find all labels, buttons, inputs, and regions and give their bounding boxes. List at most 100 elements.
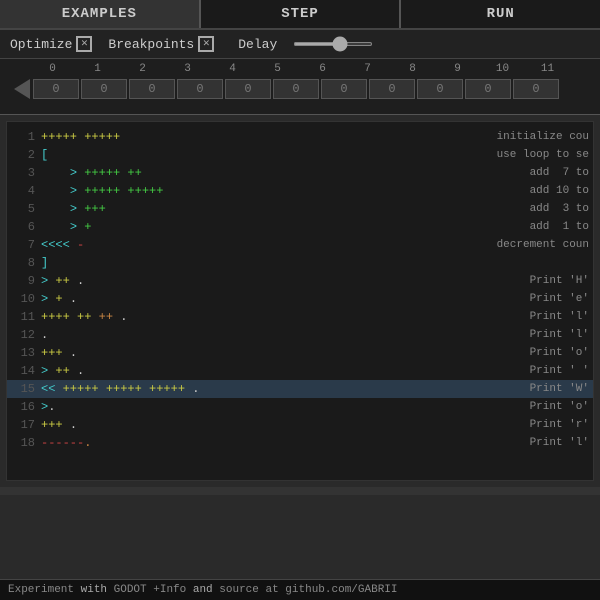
optimize-label: Optimize — [10, 37, 72, 52]
ruler-track: 0 0 0 0 0 0 0 0 0 0 0 — [0, 77, 600, 101]
ruler-cell-9[interactable]: 0 — [465, 79, 511, 99]
line-num-2: 2 — [11, 146, 35, 164]
code-line-16: 16 >. Print 'o' — [7, 398, 593, 416]
line-num-11: 11 — [11, 308, 35, 326]
code-content-3: > +++++ ++ — [41, 164, 512, 182]
code-line-2: 2 [ use loop to se — [7, 146, 593, 164]
line-num-10: 10 — [11, 290, 35, 308]
line-num-14: 14 — [11, 362, 35, 380]
ruler-num-8: 8 — [390, 63, 435, 75]
code-content-17: +++ . — [41, 416, 526, 434]
line-num-6: 6 — [11, 218, 35, 236]
ruler-cell-2[interactable]: 0 — [129, 79, 175, 99]
code-line-10: 10 > + . Print 'e' — [7, 290, 593, 308]
ruler-num-3: 3 — [165, 63, 210, 75]
ruler-cell-6[interactable]: 0 — [321, 79, 367, 99]
ruler-num-11: 11 — [525, 63, 570, 75]
code-line-3: 3 > +++++ ++ add 7 to — [7, 164, 593, 182]
code-comment-18: Print 'l' — [526, 434, 589, 452]
code-comment-15: Print 'W' — [526, 380, 589, 398]
code-comment-3: add 7 to — [512, 164, 589, 182]
ruler-num-9: 9 — [435, 63, 480, 75]
code-content-15: << +++++ +++++ +++++ . — [41, 380, 526, 398]
code-content-18: ------. — [41, 434, 526, 452]
code-content-11: ++++ ++ ++ . — [41, 308, 526, 326]
code-line-5: 5 > +++ add 3 to — [7, 200, 593, 218]
line-num-8: 8 — [11, 254, 35, 272]
code-comment-7: decrement coun — [493, 236, 589, 254]
status-text: Experiment with GODOT +Info and source a… — [8, 584, 398, 596]
code-line-18: 18 ------. Print 'l' — [7, 434, 593, 452]
ruler-cell-0[interactable]: 0 — [33, 79, 79, 99]
code-content-7: <<<< - — [41, 236, 493, 254]
code-line-6: 6 > + add 1 to — [7, 218, 593, 236]
nav-examples[interactable]: EXAMPLES — [0, 0, 201, 28]
code-comment-13: Print 'o' — [526, 344, 589, 362]
delay-label: Delay — [238, 37, 277, 52]
code-content-8: ] — [41, 254, 585, 272]
code-line-13: 13 +++ . Print 'o' — [7, 344, 593, 362]
nav-run[interactable]: RUN — [401, 0, 600, 28]
bottom-separator — [0, 487, 600, 495]
code-area: 1 +++++ +++++ initialize cou 2 [ use loo… — [6, 121, 594, 481]
code-comment-14: Print ' ' — [526, 362, 589, 380]
code-content-10: > + . — [41, 290, 526, 308]
code-comment-5: add 3 to — [512, 200, 589, 218]
optimize-control[interactable]: Optimize ✕ — [10, 36, 92, 52]
code-content-14: > ++ . — [41, 362, 526, 380]
line-num-16: 16 — [11, 398, 35, 416]
ruler: 0 1 2 3 4 5 6 7 8 9 10 11 0 0 0 0 0 0 0 … — [0, 59, 600, 115]
code-line-9: 9 > ++ . Print 'H' — [7, 272, 593, 290]
code-comment-4: add 10 to — [512, 182, 589, 200]
ruler-num-0: 0 — [30, 63, 75, 75]
code-line-8: 8 ] — [7, 254, 593, 272]
ruler-num-1: 1 — [75, 63, 120, 75]
ruler-numbers: 0 1 2 3 4 5 6 7 8 9 10 11 — [0, 61, 600, 77]
ruler-arrow — [14, 79, 30, 99]
code-line-7: 7 <<<< - decrement coun — [7, 236, 593, 254]
breakpoints-control[interactable]: Breakpoints ✕ — [108, 36, 214, 52]
code-content-4: > +++++ +++++ — [41, 182, 512, 200]
ruler-cell-3[interactable]: 0 — [177, 79, 223, 99]
code-comment-2: use loop to se — [493, 146, 589, 164]
code-comment-17: Print 'r' — [526, 416, 589, 434]
code-content-6: > + — [41, 218, 512, 236]
code-comment-12: Print 'l' — [526, 326, 589, 344]
code-comment-9: Print 'H' — [526, 272, 589, 290]
code-comment-6: add 1 to — [512, 218, 589, 236]
code-line-11: 11 ++++ ++ ++ . Print 'l' — [7, 308, 593, 326]
code-comment-10: Print 'e' — [526, 290, 589, 308]
ruler-num-4: 4 — [210, 63, 255, 75]
ruler-num-2: 2 — [120, 63, 165, 75]
code-comment-11: Print 'l' — [526, 308, 589, 326]
code-line-17: 17 +++ . Print 'r' — [7, 416, 593, 434]
code-comment-16: Print 'o' — [526, 398, 589, 416]
line-num-13: 13 — [11, 344, 35, 362]
code-line-15: 15 << +++++ +++++ +++++ . Print 'W' — [7, 380, 593, 398]
code-content-13: +++ . — [41, 344, 526, 362]
ruler-cell-7[interactable]: 0 — [369, 79, 415, 99]
ruler-cell-8[interactable]: 0 — [417, 79, 463, 99]
breakpoints-label: Breakpoints — [108, 37, 194, 52]
line-num-1: 1 — [11, 128, 35, 146]
code-comment-1: initialize cou — [493, 128, 589, 146]
breakpoints-checkbox[interactable]: ✕ — [198, 36, 214, 52]
line-num-4: 4 — [11, 182, 35, 200]
ruler-cell-1[interactable]: 0 — [81, 79, 127, 99]
code-line-14: 14 > ++ . Print ' ' — [7, 362, 593, 380]
controls-bar: Optimize ✕ Breakpoints ✕ Delay — [0, 30, 600, 59]
ruler-num-5: 5 — [255, 63, 300, 75]
ruler-cell-5[interactable]: 0 — [273, 79, 319, 99]
ruler-num-6: 6 — [300, 63, 345, 75]
line-num-18: 18 — [11, 434, 35, 452]
line-num-15: 15 — [11, 380, 35, 398]
ruler-num-7: 7 — [345, 63, 390, 75]
nav-step[interactable]: STEP — [201, 0, 402, 28]
ruler-cell-10[interactable]: 0 — [513, 79, 559, 99]
code-content-2: [ — [41, 146, 493, 164]
ruler-cell-4[interactable]: 0 — [225, 79, 271, 99]
optimize-checkbox[interactable]: ✕ — [76, 36, 92, 52]
line-num-12: 12 — [11, 326, 35, 344]
delay-slider[interactable] — [293, 42, 373, 46]
code-line-1: 1 +++++ +++++ initialize cou — [7, 128, 593, 146]
